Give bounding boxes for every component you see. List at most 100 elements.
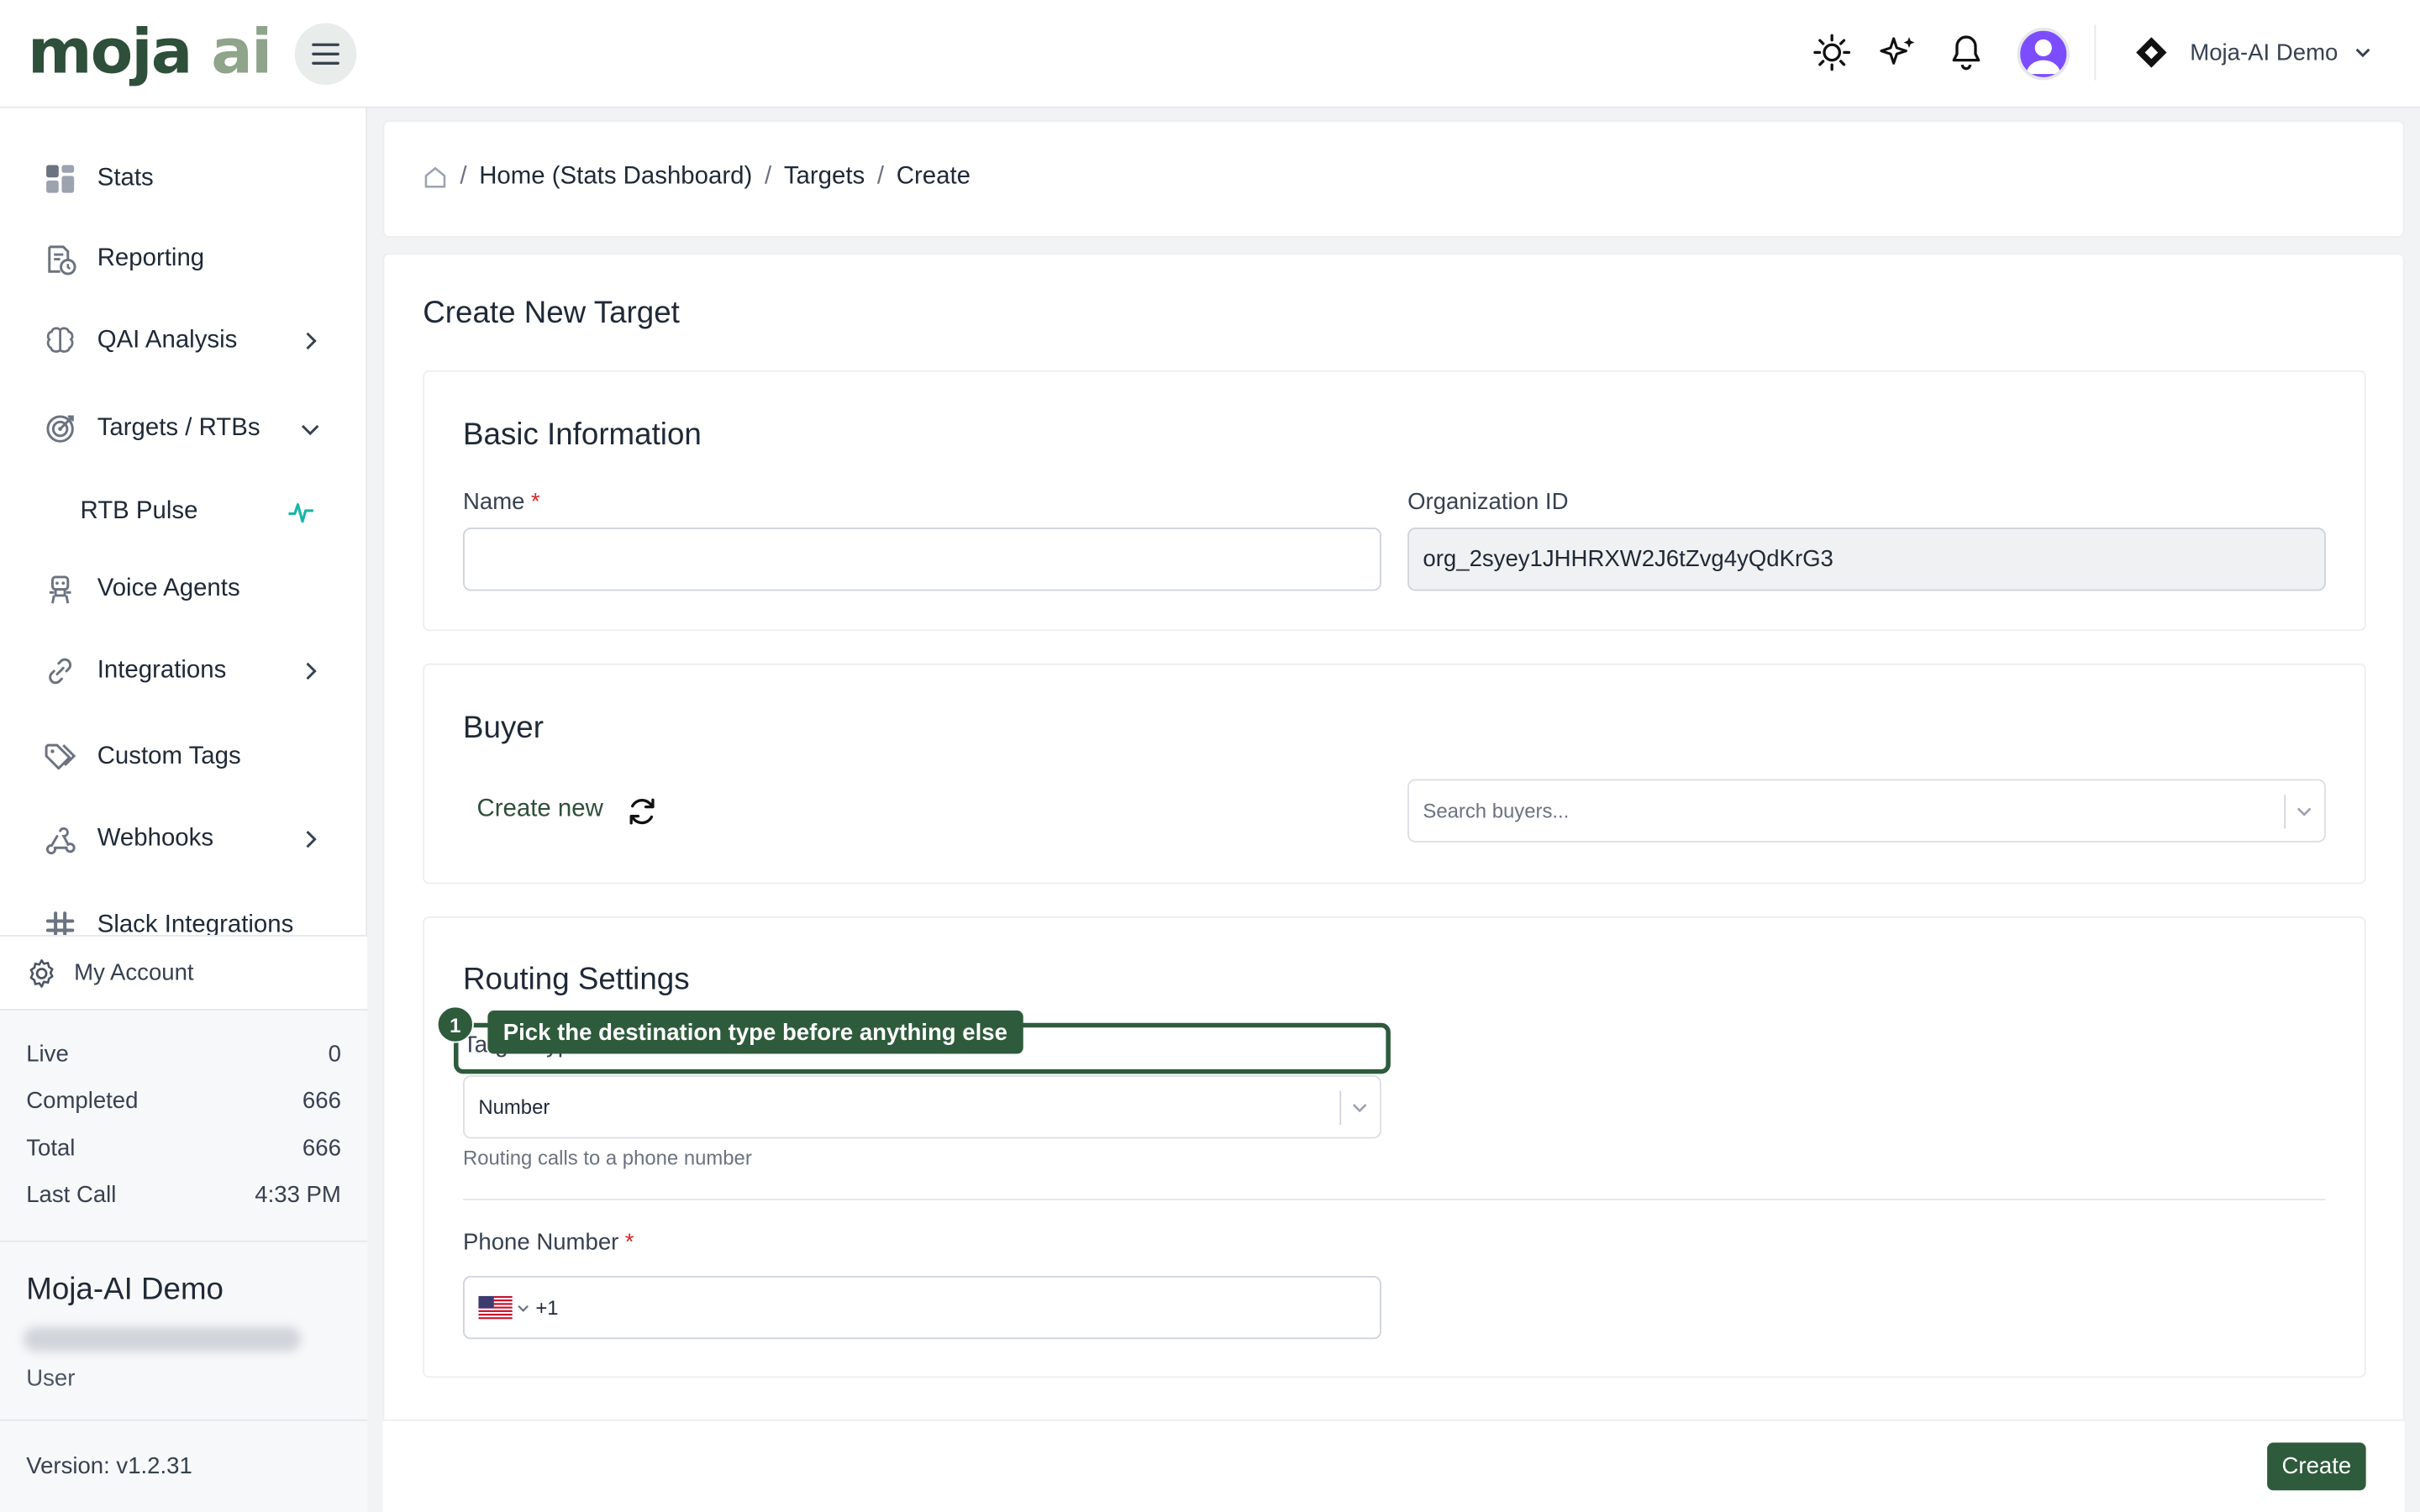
stat-label: Completed (26, 1087, 139, 1115)
app-version: Version: v1.2.31 (0, 1419, 368, 1512)
breadcrumb: / Home (Stats Dashboard) / Targets / Cre… (423, 160, 971, 194)
sidebar-item-label: Integrations (97, 657, 227, 684)
organization-id-value: org_2syey1JHHRXW2J6tZvg4yQdKrG3 (1423, 546, 1833, 573)
sidebar-nav: Stats Reporting QAI Analysis Targets / R… (0, 108, 367, 936)
stat-value: 4:33 PM (255, 1181, 341, 1209)
sidebar-item-voice-agents[interactable]: Voice Agents (0, 559, 367, 620)
sidebar: Stats Reporting QAI Analysis Targets / R… (0, 108, 368, 1512)
top-bar: moja ai Moja-AI Demo (0, 0, 2420, 108)
sidebar-item-reporting[interactable]: Reporting (0, 228, 367, 290)
webhook-icon (43, 822, 76, 856)
country-code-selector[interactable] (478, 1295, 529, 1320)
user-role: User (26, 1365, 76, 1392)
name-label: Name * (463, 489, 540, 515)
select-divider (2284, 794, 2286, 829)
chevron-down-icon (518, 1305, 529, 1311)
chevron-down-icon (1349, 1097, 1370, 1119)
select-divider (1339, 1090, 1342, 1125)
sidebar-item-integrations[interactable]: Integrations (0, 640, 367, 701)
stat-last-call: Last Call 4:33 PM (26, 1182, 341, 1208)
breadcrumb-separator: / (764, 163, 772, 190)
header-divider (2094, 24, 2096, 81)
stat-value: 666 (302, 1135, 341, 1163)
sidebar-item-slack-integrations[interactable]: Slack Integrations (0, 895, 367, 936)
ai-assistant-button[interactable] (1876, 31, 1919, 74)
sidebar-item-label: QAI Analysis (97, 327, 238, 354)
breadcrumb-separator: / (876, 163, 885, 190)
sidebar-item-label: RTB Pulse (80, 498, 198, 525)
organization-id-label: Organization ID (1407, 489, 1569, 516)
buyer-search-placeholder: Search buyers... (1423, 799, 1570, 822)
buyer-section (423, 663, 2366, 885)
slack-icon (43, 909, 76, 936)
notifications-button[interactable] (1944, 31, 1987, 74)
sidebar-item-qai-analysis[interactable]: QAI Analysis (0, 310, 367, 371)
sidebar-item-label: Targets / RTBs (97, 415, 260, 442)
buyer-search-select[interactable]: Search buyers... (1407, 779, 2326, 843)
stat-label: Total (26, 1135, 76, 1163)
refresh-icon (629, 798, 655, 825)
basic-info-section (423, 370, 2366, 632)
user-profile: Moja-AI Demo User (0, 1240, 368, 1420)
organization-switcher[interactable]: Moja-AI Demo (2133, 31, 2371, 74)
name-input[interactable] (463, 528, 1381, 591)
hamburger-icon (312, 43, 339, 65)
sidebar-item-label: Voice Agents (97, 575, 240, 602)
version-text: Version: v1.2.31 (26, 1453, 192, 1480)
menu-toggle-button[interactable] (294, 23, 357, 86)
logo: moja ai (28, 17, 272, 88)
breadcrumb-targets-link[interactable]: Targets (784, 164, 865, 192)
chevron-down-icon (297, 417, 322, 441)
stat-live: Live 0 (26, 1042, 341, 1068)
required-mark: * (624, 1229, 634, 1257)
chevron-right-icon (297, 659, 322, 683)
breadcrumb-home-link[interactable]: Home (Stats Dashboard) (479, 164, 752, 192)
sidebar-item-rtb-pulse[interactable]: RTB Pulse (0, 481, 367, 543)
brain-icon (43, 324, 76, 358)
stat-value: 666 (302, 1087, 341, 1115)
stat-label: Last Call (26, 1181, 117, 1209)
refresh-buyers-button[interactable] (625, 795, 659, 828)
routing-title: Routing Settings (463, 963, 690, 997)
sidebar-item-label: Stats (97, 165, 154, 192)
theme-toggle-button[interactable] (1810, 31, 1853, 74)
sidebar-item-webhooks[interactable]: Webhooks (0, 808, 367, 869)
bell-icon (1952, 35, 1981, 71)
org-logo-icon (2136, 37, 2167, 68)
tutorial-tooltip: Pick the destination type before anythin… (487, 1011, 1023, 1054)
form-footer (382, 1419, 2405, 1512)
my-account-label: My Account (74, 959, 194, 986)
home-icon[interactable] (423, 165, 447, 190)
name-label-text: Name (463, 489, 525, 516)
chevron-right-icon (297, 328, 322, 353)
stat-label: Live (26, 1041, 69, 1068)
phone-prefix: +1 (535, 1295, 559, 1320)
dashboard-icon (43, 162, 76, 196)
create-new-buyer-link[interactable]: Create new (477, 796, 603, 824)
sidebar-item-stats[interactable]: Stats (0, 148, 367, 209)
tutorial-step-number: 1 (436, 1005, 474, 1043)
tags-icon (43, 741, 76, 774)
create-button[interactable]: Create (2267, 1442, 2366, 1491)
org-name: Moja-AI Demo (2190, 39, 2338, 66)
sidebar-item-label: Reporting (97, 245, 205, 272)
phone-number-input[interactable]: +1 (463, 1275, 1381, 1340)
blurred-email (23, 1326, 302, 1352)
target-icon (43, 412, 76, 445)
user-avatar[interactable] (2017, 28, 2070, 81)
sparkles-icon (1880, 37, 1915, 65)
required-mark: * (530, 489, 540, 516)
chevron-down-icon (2293, 801, 2315, 822)
sidebar-item-label: Slack Integrations (97, 911, 294, 936)
stat-completed: Completed 666 (26, 1088, 341, 1114)
target-type-value: Number (478, 1095, 550, 1119)
chevron-down-icon (2355, 48, 2370, 58)
target-type-select[interactable]: Number (463, 1075, 1381, 1139)
sidebar-item-custom-tags[interactable]: Custom Tags (0, 727, 367, 788)
my-account-link[interactable]: My Account (0, 935, 368, 1010)
stat-value: 0 (328, 1041, 341, 1068)
sidebar-item-targets-rtbs[interactable]: Targets / RTBs (0, 398, 367, 459)
sidebar-item-label: Webhooks (97, 825, 214, 852)
chevron-right-icon (297, 827, 322, 851)
avatar-icon (2026, 39, 2060, 75)
